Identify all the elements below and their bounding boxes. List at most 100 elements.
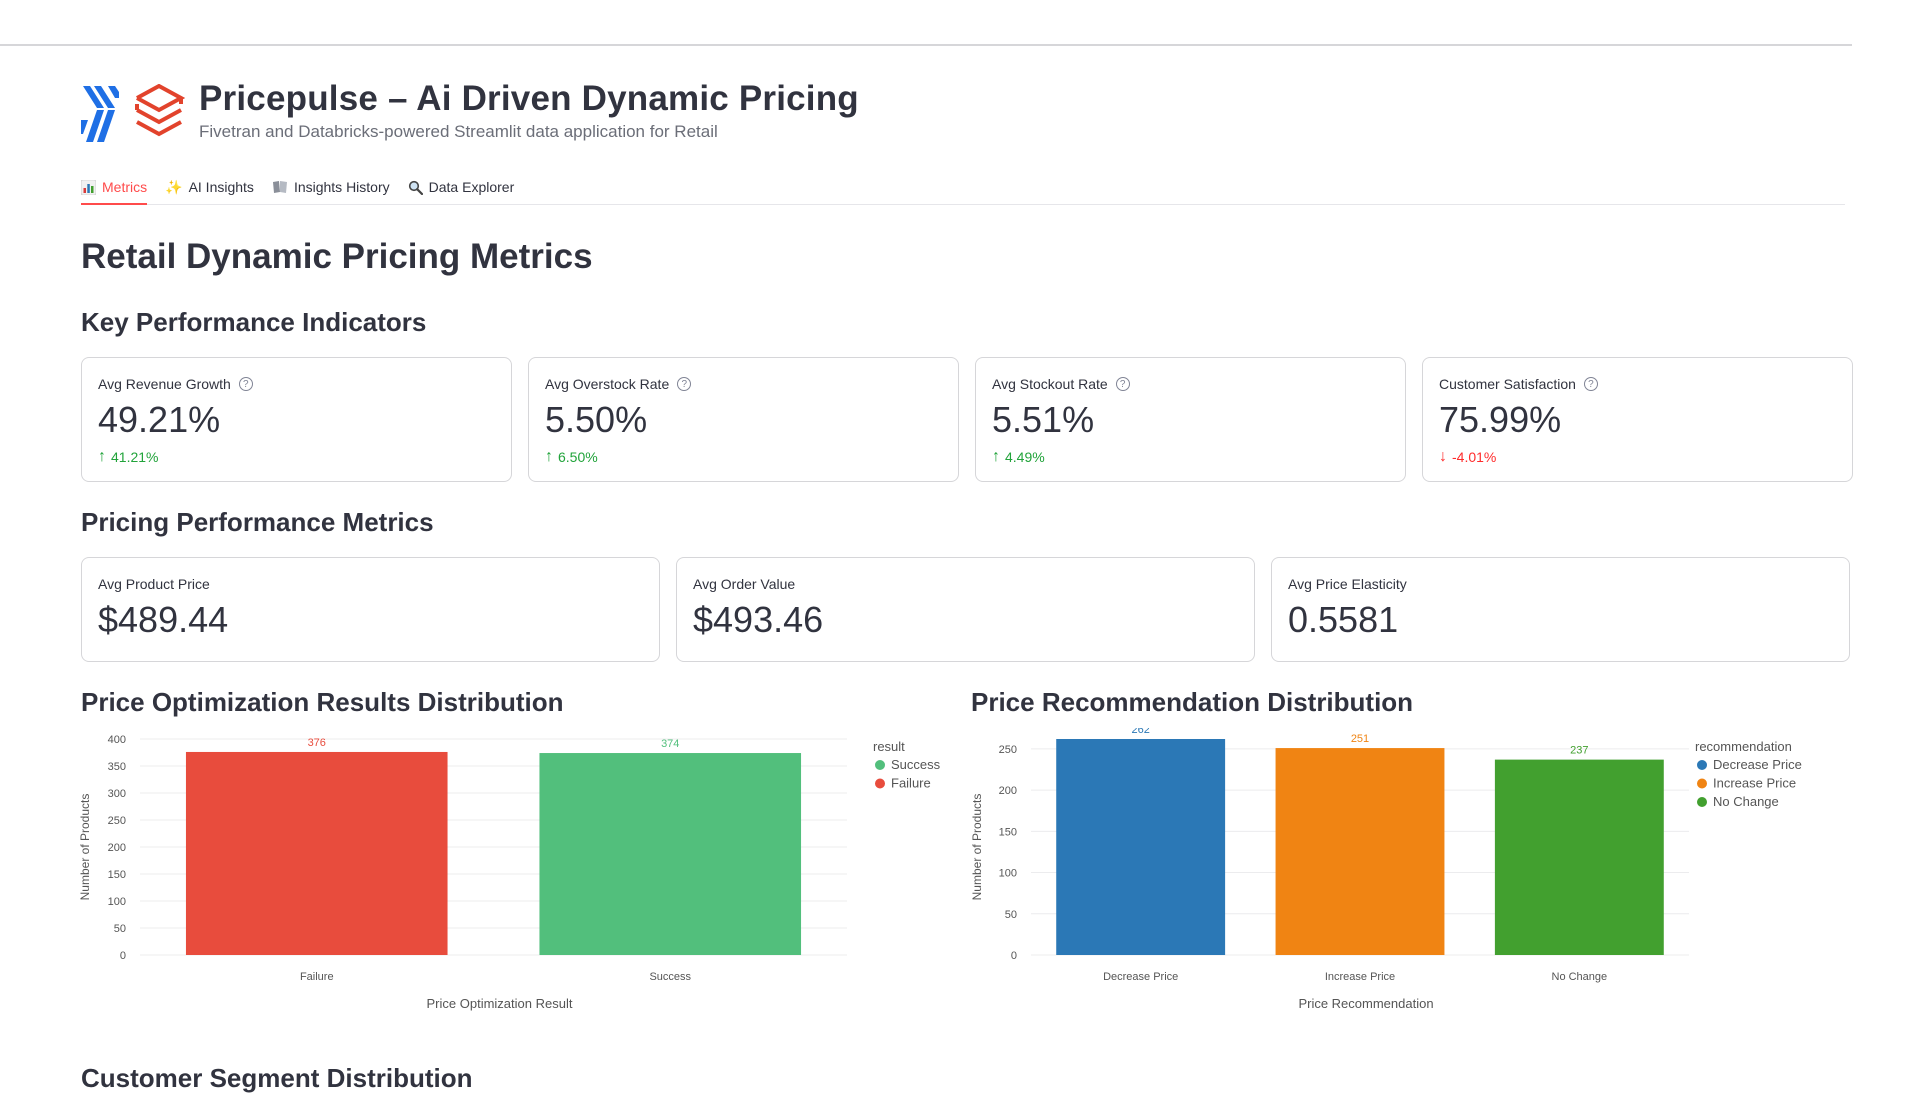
metric-label: Avg Product Price <box>98 576 210 592</box>
pricing-card-avg-order-value: Avg Order Value $493.46 <box>676 557 1255 662</box>
bar <box>1494 759 1664 955</box>
chart-heading-optimization: Price Optimization Results Distribution <box>81 687 564 717</box>
tab-insights-history[interactable]: Insights History <box>272 170 390 204</box>
y-tick-label: 0 <box>1011 950 1017 962</box>
metric-value: 5.51% <box>992 399 1095 440</box>
bar <box>1056 739 1226 955</box>
y-tick-label: 350 <box>108 761 126 773</box>
metric-delta: ↑ 6.50% <box>545 448 942 466</box>
arrow-up-icon: ↑ <box>98 448 106 465</box>
chart-svg: 0 50 100 150 200 250 300 350 400 376 Failure 374 Suc… <box>78 734 941 1011</box>
y-tick-label: 150 <box>999 826 1017 838</box>
bar <box>539 753 802 955</box>
data-label: 237 <box>1570 745 1588 757</box>
delta-value: 4.49% <box>1005 449 1045 465</box>
title-block: Pricepulse – Ai Driven Dynamic Pricing F… <box>199 78 859 142</box>
x-tick-label: No Change <box>1552 971 1608 983</box>
y-tick-label: 200 <box>999 785 1017 797</box>
legend-title: recommendation <box>1695 739 1792 754</box>
metric-value: 0.5581 <box>1288 599 1399 640</box>
legend-title: result <box>873 739 905 754</box>
kpi-heading: Key Performance Indicators <box>81 307 427 337</box>
pricing-heading: Pricing Performance Metrics <box>81 507 434 537</box>
y-tick-label: 50 <box>114 923 126 935</box>
delta-value: -4.01% <box>1452 449 1497 465</box>
metric-value: 49.21% <box>98 399 221 440</box>
metric-label: Avg Price Elasticity <box>1288 576 1407 592</box>
book-icon <box>272 180 288 194</box>
magnifier-icon <box>408 180 423 195</box>
fivetran-logo-icon <box>81 86 119 142</box>
pricing-card-avg-price-elasticity: Avg Price Elasticity 0.5581 <box>1271 557 1850 662</box>
recommendation-chart[interactable]: 0 50 100 150 200 250 262 Decrease Price 251 Incre… <box>969 724 1845 1028</box>
delta-value: 41.21% <box>111 449 159 465</box>
delta-value: 6.50% <box>558 449 598 465</box>
legend-swatch <box>1697 778 1707 789</box>
metric-label: Avg Order Value <box>693 576 796 592</box>
y-tick-label: 100 <box>999 868 1017 880</box>
y-tick-label: 0 <box>120 950 126 962</box>
app-subtitle: Fivetran and Databricks-powered Streamli… <box>199 122 718 141</box>
tab-ai-insights[interactable]: ✨ AI Insights <box>165 170 254 204</box>
databricks-logo-icon <box>135 84 185 137</box>
metric-value: 5.50% <box>545 399 648 440</box>
sparkles-icon: ✨ <box>165 178 183 195</box>
help-icon[interactable]: ? <box>238 377 253 391</box>
metric-label: Customer Satisfaction <box>1439 376 1576 392</box>
metric-label: Avg Overstock Rate <box>545 376 670 392</box>
tab-label: Insights History <box>293 179 390 195</box>
arrow-up-icon: ↑ <box>545 448 553 465</box>
metric-label: Avg Stockout Rate <box>992 376 1108 392</box>
legend-label: Failure <box>891 776 931 791</box>
kpi-card-revenue-growth: Avg Revenue Growth? 49.21% ↑ 41.21% <box>81 357 512 482</box>
y-tick-label: 400 <box>108 734 126 746</box>
legend-label: Decrease Price <box>1713 757 1802 772</box>
y-tick-label: 100 <box>108 896 126 908</box>
legend-swatch <box>875 778 885 789</box>
optimization-results-chart[interactable]: 0 50 100 150 200 250 300 350 400 376 Failure 374 Suc… <box>77 728 961 1028</box>
metric-delta: ↓ -4.01% <box>1439 448 1836 466</box>
x-tick-label: Decrease Price <box>1103 971 1178 983</box>
pricing-card-avg-product-price: Avg Product Price $489.44 <box>81 557 660 662</box>
legend-label: No Change <box>1713 794 1779 809</box>
chart-svg: 0 50 100 150 200 250 262 Decrease Price 251 Incre… <box>970 724 1802 1011</box>
kpi-card-customer-satisfaction: Customer Satisfaction? 75.99% ↓ -4.01% <box>1422 357 1853 482</box>
arrow-down-icon: ↓ <box>1439 448 1447 465</box>
metric-value: 75.99% <box>1439 399 1562 440</box>
chart-heading-recommendation: Price Recommendation Distribution <box>971 687 1414 717</box>
app-header: Pricepulse – Ai Driven Dynamic Pricing F… <box>81 78 859 148</box>
y-tick-label: 150 <box>108 869 126 881</box>
y-axis-title: Number of Products <box>78 794 92 901</box>
data-label: 376 <box>308 737 326 749</box>
customer-segment-heading: Customer Segment Distribution <box>81 1063 473 1093</box>
metric-value: $489.44 <box>98 599 229 640</box>
x-axis-title: Price Recommendation <box>1298 996 1433 1011</box>
x-tick-label: Failure <box>300 971 334 983</box>
y-tick-label: 300 <box>108 788 126 800</box>
help-icon[interactable]: ? <box>677 377 692 391</box>
arrow-up-icon: ↑ <box>992 448 1000 465</box>
y-tick-label: 200 <box>108 842 126 854</box>
metric-delta: ↑ 4.49% <box>992 448 1389 466</box>
tab-label: Metrics <box>102 179 148 195</box>
legend-label: Increase Price <box>1713 776 1796 791</box>
tab-bar: Metrics ✨ AI Insights Insights History D… <box>81 170 1845 205</box>
metric-delta: ↑ 41.21% <box>98 448 495 466</box>
tab-label: AI Insights <box>188 179 254 195</box>
legend-swatch <box>1697 797 1707 807</box>
x-axis-title: Price Optimization Result <box>427 996 573 1011</box>
help-icon[interactable]: ? <box>1583 377 1598 391</box>
x-tick-label: Increase Price <box>1325 971 1395 983</box>
help-icon[interactable]: ? <box>1115 377 1130 391</box>
tab-data-explorer[interactable]: Data Explorer <box>408 170 515 204</box>
app-title: Pricepulse – Ai Driven Dynamic Pricing <box>199 79 859 118</box>
kpi-card-stockout-rate: Avg Stockout Rate? 5.51% ↑ 4.49% <box>975 357 1406 482</box>
bar <box>1275 748 1445 955</box>
kpi-card-overstock-rate: Avg Overstock Rate? 5.50% ↑ 6.50% <box>528 357 959 482</box>
y-tick-label: 250 <box>108 815 126 827</box>
x-tick-label: Success <box>649 971 691 983</box>
metric-value: $493.46 <box>693 599 824 640</box>
tab-metrics[interactable]: Metrics <box>81 170 148 205</box>
tab-label: Data Explorer <box>428 179 515 195</box>
y-axis-title: Number of Products <box>970 794 984 901</box>
